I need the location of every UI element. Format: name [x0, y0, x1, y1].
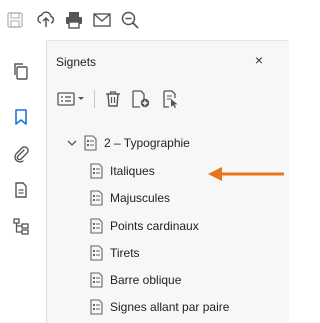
- delete-icon: [106, 91, 120, 107]
- email-icon[interactable]: [91, 9, 113, 31]
- tree-child-label: Signes allant par paire: [110, 300, 230, 314]
- print-icon[interactable]: [63, 9, 85, 31]
- bookmark-item-icon: [90, 163, 104, 179]
- find-bookmark-icon: [163, 90, 178, 108]
- tree-child-label: Barre oblique: [110, 273, 182, 287]
- page-thumbnail-icon[interactable]: [10, 179, 32, 201]
- upload-icon[interactable]: [35, 9, 57, 31]
- tree-child-row[interactable]: Majuscules: [90, 187, 170, 209]
- bookmark-item-icon: [84, 135, 98, 151]
- left-navigation-bar: [0, 40, 44, 322]
- tree-child-label: Points cardinaux: [110, 219, 199, 233]
- tree-child-label: Italiques: [110, 164, 155, 178]
- find-bookmark-button[interactable]: [161, 88, 183, 110]
- attachment-icon[interactable]: [10, 143, 32, 165]
- panel-title: Signets: [56, 55, 97, 69]
- bookmark-item-icon: [90, 218, 104, 234]
- options-menu-icon: [57, 92, 84, 106]
- copy-pages-icon[interactable]: [10, 60, 32, 82]
- tree-child-row[interactable]: Signes allant par paire: [90, 296, 229, 318]
- options-menu-button[interactable]: [56, 88, 88, 110]
- new-bookmark-icon: [132, 90, 150, 108]
- callout-arrow-icon: [208, 167, 284, 181]
- chevron-down-icon[interactable]: [66, 137, 78, 149]
- tree-parent-label: 2 – Typographie: [104, 136, 190, 150]
- zoom-out-icon[interactable]: [119, 9, 141, 31]
- structure-tree-icon[interactable]: [10, 215, 32, 237]
- tree-child-row[interactable]: Barre oblique: [90, 269, 181, 291]
- tree-child-row[interactable]: Tirets: [90, 242, 140, 264]
- tree-child-row[interactable]: Italiques: [90, 160, 155, 182]
- tree-parent-row[interactable]: 2 – Typographie: [66, 132, 190, 154]
- bookmark-item-icon: [90, 245, 104, 261]
- bookmark-icon[interactable]: [10, 106, 32, 128]
- new-bookmark-button[interactable]: [130, 88, 152, 110]
- tree-child-label: Majuscules: [110, 191, 171, 205]
- toolbar-separator: [94, 90, 95, 108]
- bookmark-item-icon: [90, 299, 104, 315]
- top-toolbar: [0, 0, 288, 40]
- tree-child-label: Tirets: [110, 246, 140, 260]
- bookmark-item-icon: [90, 272, 104, 288]
- save-icon[interactable]: [4, 9, 26, 31]
- bookmark-item-icon: [90, 190, 104, 206]
- tree-child-row[interactable]: Points cardinaux: [90, 215, 199, 237]
- delete-button[interactable]: [103, 88, 123, 110]
- close-panel-button[interactable]: ×: [252, 52, 266, 68]
